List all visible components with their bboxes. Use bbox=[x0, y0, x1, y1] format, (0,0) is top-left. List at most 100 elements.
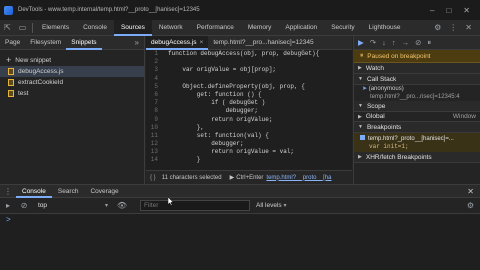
frame-name: (anonymous) bbox=[368, 86, 404, 92]
line-number[interactable]: 7 bbox=[146, 99, 162, 107]
editor-tab[interactable]: debugAccess.js × bbox=[146, 35, 209, 50]
line-number[interactable]: 4 bbox=[146, 75, 162, 83]
resume-icon[interactable]: ▶ bbox=[358, 38, 364, 47]
sidebar-toggle-icon[interactable]: ▸ bbox=[0, 201, 16, 210]
breakpoint-item[interactable]: temp.html?_proto__[hanisec]=... var init… bbox=[354, 133, 480, 152]
code-line[interactable]: Object.defineProperty(obj, prop, { bbox=[168, 83, 304, 91]
deactivate-breakpoints-icon[interactable]: ⊘ bbox=[415, 38, 421, 47]
xhr-breakpoints-section-header[interactable]: ▶ XHR/fetch Breakpoints bbox=[354, 152, 480, 163]
snippet-item[interactable]: extractCookieId bbox=[0, 77, 144, 88]
line-number[interactable]: 13 bbox=[146, 148, 162, 156]
filter-input[interactable] bbox=[140, 200, 250, 211]
log-levels-dropdown[interactable]: All levels ▾ bbox=[256, 202, 286, 209]
call-stack-section-header[interactable]: ▼ Call Stack bbox=[354, 74, 480, 85]
line-number[interactable]: 9 bbox=[146, 116, 162, 124]
code-line[interactable]: set: function(val) { bbox=[168, 132, 269, 140]
snippet-label: test bbox=[18, 90, 29, 97]
tab-memory[interactable]: Memory bbox=[241, 20, 278, 36]
close-drawer-icon[interactable]: ✕ bbox=[467, 187, 474, 196]
line-number[interactable]: 14 bbox=[146, 156, 162, 164]
watch-section-header[interactable]: ▶ Watch bbox=[354, 63, 480, 74]
drawer-menu-icon[interactable]: ⋮ bbox=[0, 187, 16, 196]
minimize-icon[interactable]: – bbox=[430, 6, 434, 15]
plus-icon: + bbox=[6, 55, 12, 65]
more-menu-icon[interactable]: ⋮ bbox=[449, 23, 457, 32]
code-line[interactable]: if ( debugGet ) bbox=[168, 99, 265, 107]
line-number[interactable]: 6 bbox=[146, 91, 162, 99]
code-line[interactable]: return origValue; bbox=[168, 116, 272, 124]
code-line[interactable]: function debugAccess(obj, prop, debugGet… bbox=[168, 50, 319, 58]
settings-gear-icon[interactable]: ⚙ bbox=[434, 23, 441, 32]
device-toolbar-icon[interactable]: ▭ bbox=[15, 20, 30, 35]
source-link[interactable]: temp.html?__proto__[ha bbox=[266, 175, 331, 181]
inspect-element-icon[interactable]: ⇱ bbox=[0, 20, 15, 35]
breakpoints-section-header[interactable]: ▼ Breakpoints bbox=[354, 122, 480, 133]
line-number[interactable]: 2 bbox=[146, 58, 162, 66]
tab-filesystem[interactable]: Filesystem bbox=[25, 36, 66, 50]
code-line[interactable]: }, bbox=[168, 124, 204, 132]
close-tab-icon[interactable]: × bbox=[200, 39, 204, 46]
tab-security[interactable]: Security bbox=[324, 20, 361, 36]
run-snippet-icon[interactable]: ▶ bbox=[230, 174, 235, 181]
snippet-item[interactable]: test bbox=[0, 88, 144, 99]
close-window-icon[interactable]: ✕ bbox=[463, 6, 470, 15]
tab-coverage[interactable]: Coverage bbox=[84, 185, 124, 198]
tab-network[interactable]: Network bbox=[152, 20, 190, 36]
editor-tab[interactable]: temp.html?__pro...hanisec]=12345 bbox=[208, 36, 318, 50]
context-selector[interactable]: top ▾ bbox=[38, 202, 108, 209]
code-line[interactable]: var origValue = obj[prop]; bbox=[168, 66, 276, 74]
devtools-app-icon bbox=[4, 5, 13, 15]
tab-snippets[interactable]: Snippets bbox=[66, 36, 102, 50]
close-devtools-icon[interactable]: ✕ bbox=[465, 23, 472, 32]
step-icon[interactable]: → bbox=[402, 38, 410, 47]
code-area[interactable]: 1 function debugAccess(obj, prop, debugGe… bbox=[146, 50, 352, 170]
breakpoint-checkbox[interactable] bbox=[360, 135, 365, 140]
tab-console-drawer[interactable]: Console bbox=[16, 185, 52, 198]
more-tabs-icon[interactable]: » bbox=[135, 38, 139, 47]
tab-application[interactable]: Application bbox=[278, 20, 324, 36]
pretty-print-icon[interactable]: { } bbox=[150, 175, 156, 181]
step-over-icon[interactable]: ↷ bbox=[370, 38, 376, 47]
line-number[interactable]: 5 bbox=[146, 83, 162, 91]
line-number[interactable]: 1 bbox=[146, 50, 162, 58]
code-line[interactable]: return origValue = val; bbox=[168, 148, 294, 156]
line-number[interactable]: 8 bbox=[146, 107, 162, 115]
live-expression-eye-icon[interactable]: 👁 bbox=[114, 201, 130, 210]
clear-console-icon[interactable]: ⊘ bbox=[16, 201, 32, 210]
new-snippet-button[interactable]: + New snippet bbox=[6, 54, 144, 66]
run-hint: Ctrl+Enter bbox=[236, 174, 264, 181]
breakpoint-file: temp.html?_proto__[hanisec]=... bbox=[368, 136, 454, 142]
line-number[interactable]: 11 bbox=[146, 132, 162, 140]
console-prompt[interactable]: > bbox=[0, 214, 480, 226]
step-into-icon[interactable]: ↓ bbox=[382, 38, 386, 47]
tab-search[interactable]: Search bbox=[52, 185, 85, 198]
code-line[interactable]: } bbox=[168, 156, 201, 164]
tab-page[interactable]: Page bbox=[0, 36, 25, 50]
window-title: DevTools - www.temp.internal/temp.html?_… bbox=[18, 7, 200, 13]
line-number[interactable]: 10 bbox=[146, 124, 162, 132]
console-drawer: ⋮ Console Search Coverage ✕ ▸ ⊘ top ▾ 👁 … bbox=[0, 184, 480, 270]
tab-performance[interactable]: Performance bbox=[190, 20, 241, 36]
collapse-arrow-icon: ▼ bbox=[358, 76, 363, 82]
scope-global-row[interactable]: ▶ Global Window bbox=[354, 112, 480, 122]
console-settings-gear-icon[interactable]: ⚙ bbox=[467, 201, 474, 210]
breakpoint-code: var init=1; bbox=[369, 143, 409, 150]
tab-console[interactable]: Console bbox=[76, 20, 114, 36]
tab-lighthouse[interactable]: Lighthouse bbox=[362, 20, 408, 36]
tab-sources[interactable]: Sources bbox=[113, 19, 152, 36]
chevron-down-icon: ▾ bbox=[283, 203, 287, 209]
code-line[interactable]: debugger; bbox=[168, 140, 243, 148]
call-frame[interactable]: ➤ (anonymous) temp.html?__pro...risec]=1… bbox=[354, 85, 480, 101]
code-line[interactable]: get: function () { bbox=[168, 91, 262, 99]
divider bbox=[32, 22, 33, 33]
line-number[interactable]: 3 bbox=[146, 66, 162, 74]
scope-section-header[interactable]: ▼ Scope bbox=[354, 101, 480, 112]
maximize-icon[interactable]: □ bbox=[446, 6, 451, 15]
tab-elements[interactable]: Elements bbox=[35, 20, 76, 36]
code-line[interactable]: debugger; bbox=[168, 107, 258, 115]
pause-on-exceptions-icon[interactable]: ⏸ bbox=[427, 38, 431, 48]
step-out-icon[interactable]: ↑ bbox=[392, 38, 396, 47]
line-number[interactable]: 12 bbox=[146, 140, 162, 148]
console-toolbar: ▸ ⊘ top ▾ 👁 All levels ▾ ⚙ bbox=[0, 198, 480, 214]
snippet-item[interactable]: debugAccess.js bbox=[0, 66, 144, 77]
